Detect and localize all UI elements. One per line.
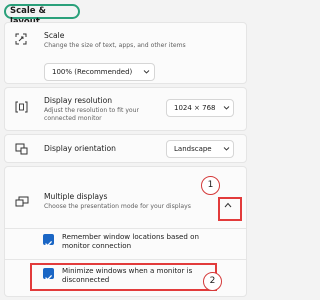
minimize-windows-highlight — [30, 263, 217, 291]
chevron-down-icon — [143, 70, 150, 74]
chevron-down-icon — [223, 106, 230, 110]
resolution-card: Display resolution Adjust the resolution… — [4, 87, 247, 131]
multiple-displays-title: Multiple displays — [44, 192, 108, 201]
resolution-dropdown-value: 1024 × 768 — [174, 104, 216, 112]
scale-title: Scale — [44, 31, 65, 40]
orientation-icon — [15, 143, 28, 155]
scale-description: Change the size of text, apps, and other… — [44, 42, 186, 49]
resolution-title: Display resolution — [44, 96, 113, 105]
expand-button-highlight — [218, 197, 242, 221]
resolution-icon — [15, 101, 28, 113]
chevron-down-icon — [223, 147, 230, 151]
scale-card: Scale Change the size of text, apps, and… — [4, 22, 247, 84]
checkmark-icon — [45, 240, 53, 247]
settings-page: Scale & layout Scale Change the size of … — [0, 0, 251, 300]
remember-window-locations-line2: monitor connection — [62, 240, 132, 250]
remember-window-locations-label: Remember window locations based on monit… — [62, 232, 199, 251]
section-title: Scale & layout — [4, 4, 80, 27]
scale-dropdown-value: 100% (Recommended) — [52, 68, 133, 76]
orientation-title: Display orientation — [44, 144, 116, 153]
orientation-card: Display orientation Landscape — [4, 134, 247, 163]
scale-dropdown[interactable]: 100% (Recommended) — [44, 63, 155, 81]
orientation-dropdown-value: Landscape — [174, 145, 212, 153]
remember-window-locations-checkbox[interactable] — [43, 234, 54, 247]
resolution-description-line1: Adjust the resolution to fit your — [44, 107, 140, 114]
resolution-dropdown[interactable]: 1024 × 768 — [166, 99, 234, 117]
divider — [5, 259, 246, 260]
resolution-description-line2: connected monitor — [44, 114, 102, 122]
scale-icon — [15, 33, 27, 45]
resolution-description: Adjust the resolution to fit your connec… — [44, 107, 139, 122]
orientation-dropdown[interactable]: Landscape — [166, 140, 234, 158]
divider — [5, 228, 246, 229]
step-badge-1: 1 — [201, 176, 220, 195]
multiple-displays-description: Choose the presentation mode for your di… — [44, 203, 191, 210]
step-badge-2: 2 — [203, 272, 222, 291]
multiple-displays-icon — [15, 196, 29, 207]
